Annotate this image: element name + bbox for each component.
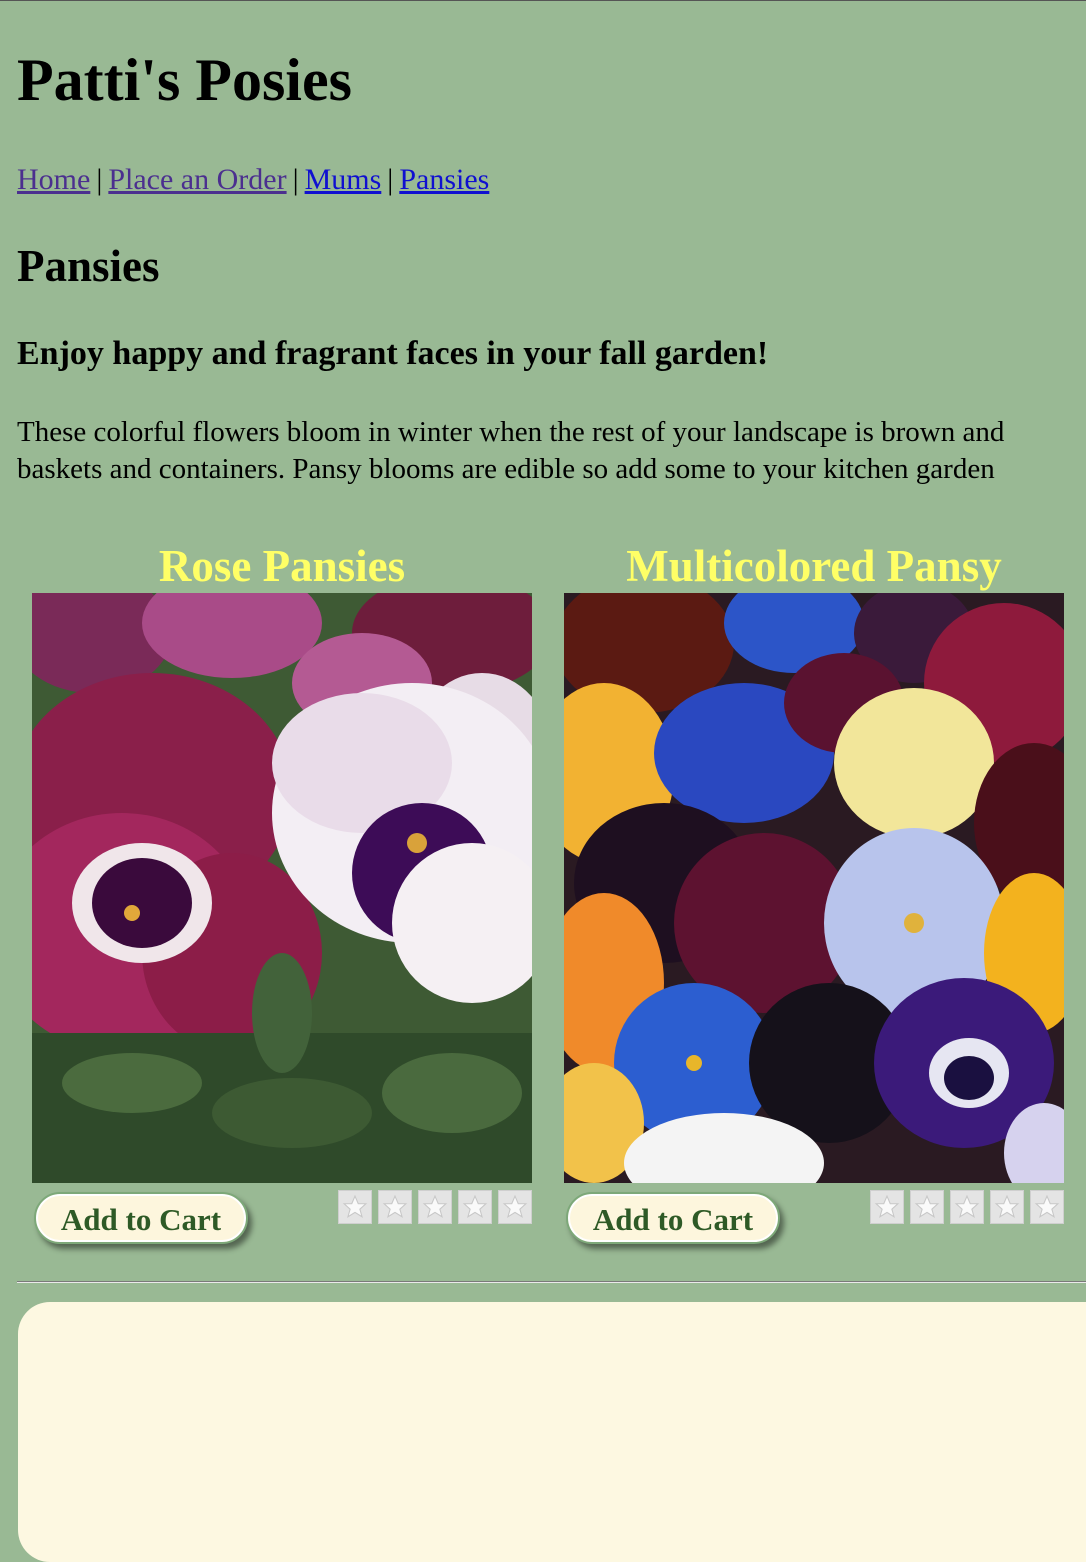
product-photo-rose-pansies[interactable] [32,593,532,1183]
rating-star-4[interactable] [458,1190,492,1224]
rating-star-1[interactable] [338,1190,372,1224]
product-photo-multicolored-pansy[interactable] [564,593,1064,1183]
star-rating [870,1190,1064,1224]
rating-star-2[interactable] [910,1190,944,1224]
page-tagline: Enjoy happy and fragrant faces in your f… [17,335,769,372]
star-icon [382,1194,408,1218]
product-title: Multicolored Pansy [626,541,1002,591]
nav-link-home[interactable]: Home [17,163,90,196]
top-border [0,0,1086,1]
star-icon [422,1194,448,1218]
rating-star-1[interactable] [870,1190,904,1224]
product-title: Rose Pansies [158,541,406,591]
rating-star-3[interactable] [418,1190,452,1224]
star-icon [874,1194,900,1218]
nav-link-mums[interactable]: Mums [305,163,382,196]
star-icon [914,1194,940,1218]
star-rating [338,1190,532,1224]
star-icon [502,1194,528,1218]
main-nav: Home | Place an Order | Mums | Pansies [17,160,489,200]
intro-line: These colorful flowers bloom in winter w… [17,416,1005,448]
rating-star-4[interactable] [990,1190,1024,1224]
intro-paragraph: These colorful flowers bloom in winter w… [17,414,1086,490]
star-icon [342,1194,368,1218]
star-icon [462,1194,488,1218]
nav-link-place-order[interactable]: Place an Order [108,163,286,196]
nav-separator: | [96,163,103,196]
add-to-cart-button[interactable]: Add to Cart [34,1192,248,1244]
intro-line: baskets and containers. Pansy blooms are… [17,453,995,485]
star-icon [954,1194,980,1218]
rating-star-5[interactable] [1030,1190,1064,1224]
rating-star-3[interactable] [950,1190,984,1224]
site-title: Patti's Posies [17,47,352,113]
footer-panel [18,1302,1086,1562]
page-heading: Pansies [17,241,160,291]
horizontal-divider [17,1281,1086,1283]
rose-pansies-image [32,593,532,1183]
star-icon [1034,1194,1060,1218]
nav-link-pansies[interactable]: Pansies [399,163,489,196]
multicolored-pansy-image [564,593,1064,1183]
nav-separator: | [387,163,394,196]
rating-star-2[interactable] [378,1190,412,1224]
add-to-cart-button[interactable]: Add to Cart [566,1192,780,1244]
nav-separator: | [292,163,299,196]
star-icon [994,1194,1020,1218]
rating-star-5[interactable] [498,1190,532,1224]
